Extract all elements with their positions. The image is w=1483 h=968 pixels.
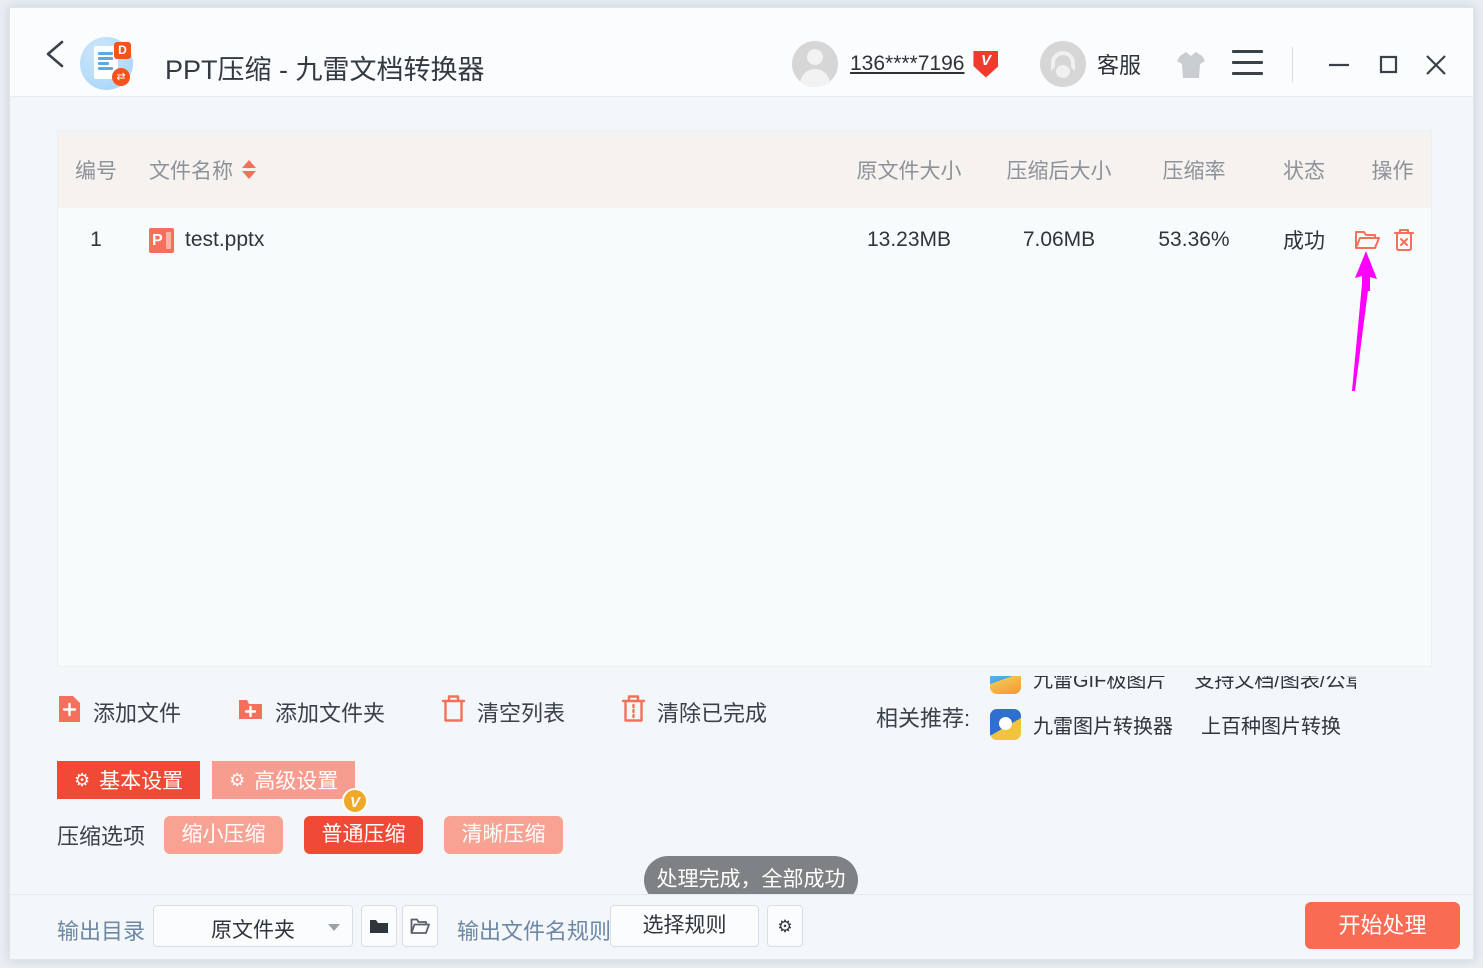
close-icon bbox=[1419, 48, 1453, 80]
recommendation-name: 九雷GIF极图片 bbox=[1033, 676, 1166, 693]
naming-rule-button[interactable]: 选择规则 bbox=[610, 905, 759, 947]
compression-option-clear[interactable]: 清晰压缩 bbox=[444, 816, 563, 854]
title-bar: D ⇄ PPT压缩 - 九雷文档转换器 136****7196 V 客服 bbox=[10, 8, 1473, 97]
tab-basic-settings-label: 基本设置 bbox=[99, 765, 183, 795]
add-file-icon bbox=[57, 695, 82, 729]
output-directory-value: 原文件夹 bbox=[154, 914, 352, 944]
folder-filled-icon bbox=[369, 918, 389, 935]
clear-list-button[interactable]: 清空列表 bbox=[441, 694, 565, 729]
column-header-name: 文件名称 bbox=[134, 155, 834, 185]
add-folder-button[interactable]: 添加文件夹 bbox=[237, 696, 385, 728]
gif-app-icon bbox=[990, 676, 1021, 694]
customer-service-label: 客服 bbox=[1097, 48, 1141, 80]
minimize-icon bbox=[1322, 48, 1356, 80]
related-recommendations: 相关推荐: 九雷GIF极图片 支持文档/图表/公章/加密 九雷图片转换器 上百种… bbox=[876, 673, 1356, 755]
add-file-button[interactable]: 添加文件 bbox=[57, 695, 181, 729]
row-compression-rate: 53.36% bbox=[1134, 228, 1254, 252]
column-header-original-size: 原文件大小 bbox=[834, 155, 984, 185]
bottom-bar: 输出目录 原文件夹 输出文件名规则 选择规则 ⚙ 开始处理 bbox=[10, 894, 1473, 960]
table-row[interactable]: 1 test.pptx 13.23MB 7.06MB 53.36% 成功 bbox=[58, 208, 1431, 272]
application-window: D ⇄ PPT压缩 - 九雷文档转换器 136****7196 V 客服 bbox=[9, 7, 1474, 960]
add-folder-label: 添加文件夹 bbox=[275, 696, 385, 728]
account-phone[interactable]: 136****7196 bbox=[850, 52, 964, 76]
row-status: 成功 bbox=[1254, 225, 1354, 255]
file-list-table: 编号 文件名称 原文件大小 压缩后大小 压缩率 状态 操作 1 test.ppt… bbox=[57, 130, 1432, 667]
add-file-label: 添加文件 bbox=[93, 696, 181, 728]
powerpoint-file-icon bbox=[149, 228, 174, 253]
naming-rule-settings-button[interactable]: ⚙ bbox=[767, 905, 803, 947]
recommendation-desc: 上百种图片转换 bbox=[1201, 710, 1341, 739]
page-title: PPT压缩 - 九雷文档转换器 bbox=[165, 48, 485, 87]
clear-list-label: 清空列表 bbox=[477, 696, 565, 728]
close-button[interactable] bbox=[1419, 48, 1453, 80]
folder-open-icon bbox=[410, 917, 430, 935]
row-file-name-label: test.pptx bbox=[185, 228, 264, 252]
clear-completed-button[interactable]: 清除已完成 bbox=[621, 694, 767, 729]
row-file-name: test.pptx bbox=[134, 228, 834, 253]
column-header-status: 状态 bbox=[1254, 155, 1354, 185]
file-toolbar: 添加文件 添加文件夹 清空列表 bbox=[57, 694, 767, 729]
column-header-index: 编号 bbox=[58, 155, 134, 185]
row-original-size: 13.23MB bbox=[834, 228, 984, 252]
recommendation-item[interactable]: 九雷GIF极图片 支持文档/图表/公章/加密 bbox=[990, 676, 1356, 701]
maximize-icon bbox=[1371, 48, 1405, 80]
app-logo-icon: D ⇄ bbox=[80, 37, 133, 90]
compression-options: 压缩选项 缩小压缩 普通压缩 清晰压缩 bbox=[57, 816, 584, 854]
minimize-button[interactable] bbox=[1322, 48, 1356, 80]
tab-basic-settings[interactable]: ⚙ 基本设置 bbox=[57, 761, 200, 799]
compression-option-normal[interactable]: 普通压缩 bbox=[304, 816, 423, 854]
gear-icon: ⚙ bbox=[777, 918, 792, 935]
row-actions bbox=[1354, 228, 1431, 252]
customer-service-button[interactable]: 客服 bbox=[1040, 40, 1141, 88]
sort-toggle-name[interactable] bbox=[242, 160, 256, 179]
output-directory-label: 输出目录 bbox=[57, 914, 145, 946]
gear-icon: ⚙ bbox=[74, 771, 90, 789]
gear-icon: ⚙ bbox=[229, 771, 245, 789]
recommendations-viewport: 九雷GIF极图片 支持文档/图表/公章/加密 九雷图片转换器 上百种图片转换 bbox=[990, 676, 1356, 754]
recommendation-item[interactable]: 九雷图片转换器 上百种图片转换 bbox=[990, 701, 1356, 747]
table-header-row: 编号 文件名称 原文件大小 压缩后大小 压缩率 状态 操作 bbox=[58, 131, 1431, 208]
clear-completed-label: 清除已完成 bbox=[657, 696, 767, 728]
start-process-button[interactable]: 开始处理 bbox=[1305, 902, 1460, 949]
row-compressed-size: 7.06MB bbox=[984, 228, 1134, 252]
account-area[interactable]: 136****7196 V bbox=[792, 40, 998, 88]
browse-folder-button[interactable] bbox=[361, 905, 397, 947]
settings-tab-group: ⚙ 基本设置 ⚙ 高级设置 V bbox=[57, 761, 355, 799]
output-directory-select[interactable]: 原文件夹 bbox=[153, 905, 353, 947]
maximize-button[interactable] bbox=[1371, 48, 1405, 80]
row-index: 1 bbox=[58, 228, 134, 252]
image-converter-app-icon bbox=[990, 709, 1021, 740]
logo-badge-swap: ⇄ bbox=[112, 68, 130, 86]
recommendation-desc: 支持文档/图表/公章/加密 bbox=[1194, 676, 1356, 693]
t-shirt-icon[interactable] bbox=[1175, 50, 1207, 80]
tab-advanced-settings-label: 高级设置 bbox=[254, 765, 338, 795]
naming-rule-label: 输出文件名规则 bbox=[457, 914, 611, 946]
delete-file-icon[interactable] bbox=[1393, 228, 1415, 252]
logo-badge-letter: D bbox=[114, 42, 131, 59]
trash-icon bbox=[441, 694, 466, 729]
related-recommendations-label: 相关推荐: bbox=[876, 701, 970, 733]
header-divider bbox=[1292, 47, 1293, 82]
compression-option-small[interactable]: 缩小压缩 bbox=[164, 816, 283, 854]
column-header-name-label: 文件名称 bbox=[149, 160, 233, 183]
chevron-down-icon bbox=[328, 924, 340, 931]
column-header-action: 操作 bbox=[1354, 155, 1431, 185]
avatar bbox=[792, 41, 838, 87]
column-header-ratio: 压缩率 bbox=[1134, 155, 1254, 185]
compression-options-label: 压缩选项 bbox=[57, 819, 145, 851]
open-output-folder-button[interactable] bbox=[402, 905, 438, 947]
headset-icon bbox=[1040, 41, 1086, 87]
open-folder-icon[interactable] bbox=[1354, 229, 1380, 251]
recommendation-name: 九雷图片转换器 bbox=[1033, 710, 1173, 739]
tab-advanced-settings[interactable]: ⚙ 高级设置 bbox=[212, 761, 355, 799]
add-folder-icon bbox=[237, 696, 264, 728]
back-button[interactable] bbox=[41, 38, 71, 70]
advanced-vip-badge: V bbox=[342, 788, 368, 814]
chevron-left-icon bbox=[41, 38, 71, 70]
vip-badge: V bbox=[973, 51, 998, 78]
clear-completed-icon bbox=[621, 694, 646, 729]
column-header-compressed-size: 压缩后大小 bbox=[984, 155, 1134, 185]
hamburger-menu-icon[interactable] bbox=[1232, 50, 1263, 76]
